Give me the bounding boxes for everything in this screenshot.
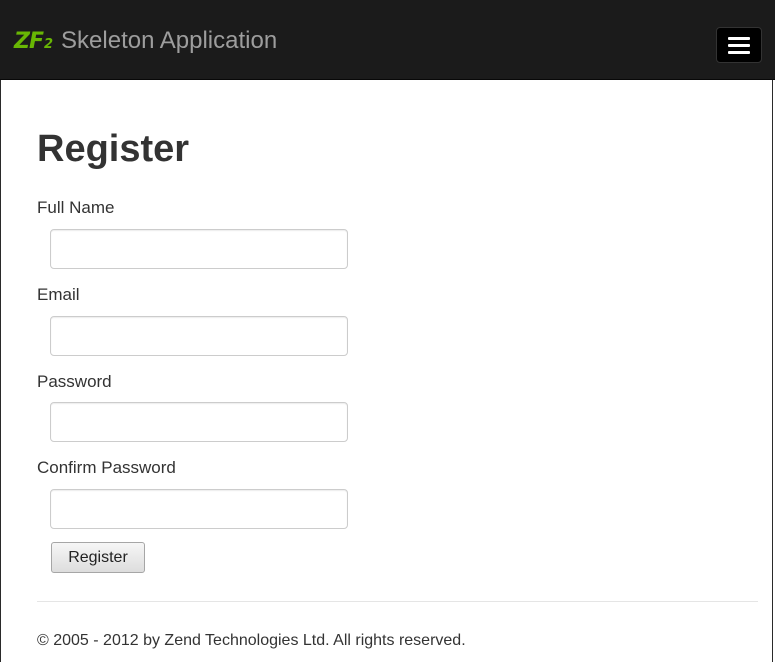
confirm-password-input[interactable] [50, 489, 348, 529]
zf-logo-version: 2 [43, 36, 53, 52]
top-navbar: ZF 2 Skeleton Application [0, 0, 775, 80]
password-label: Password [37, 372, 112, 391]
full-name-input[interactable] [50, 229, 348, 269]
hamburger-menu-icon [728, 36, 750, 40]
register-button[interactable]: Register [51, 542, 145, 573]
brand-link[interactable]: ZF 2 Skeleton Application [14, 26, 277, 56]
page-title: Register [37, 128, 190, 170]
confirm-password-label: Confirm Password [37, 458, 176, 477]
hamburger-menu-icon-bar [728, 50, 750, 54]
hamburger-menu-icon-bar [728, 43, 750, 47]
full-name-label: Full Name [37, 198, 115, 217]
footer-divider [37, 601, 758, 602]
footer-copyright: © 2005 - 2012 by Zend Technologies Ltd. … [37, 632, 466, 649]
brand-title: Skeleton Application [61, 27, 278, 54]
email-label: Email [37, 285, 80, 304]
hamburger-menu-button[interactable] [716, 27, 762, 63]
password-input[interactable] [50, 402, 348, 442]
zf2-logo: ZF 2 [14, 28, 53, 54]
email-input[interactable] [50, 316, 348, 356]
zf-logo-text: ZF [14, 28, 44, 54]
